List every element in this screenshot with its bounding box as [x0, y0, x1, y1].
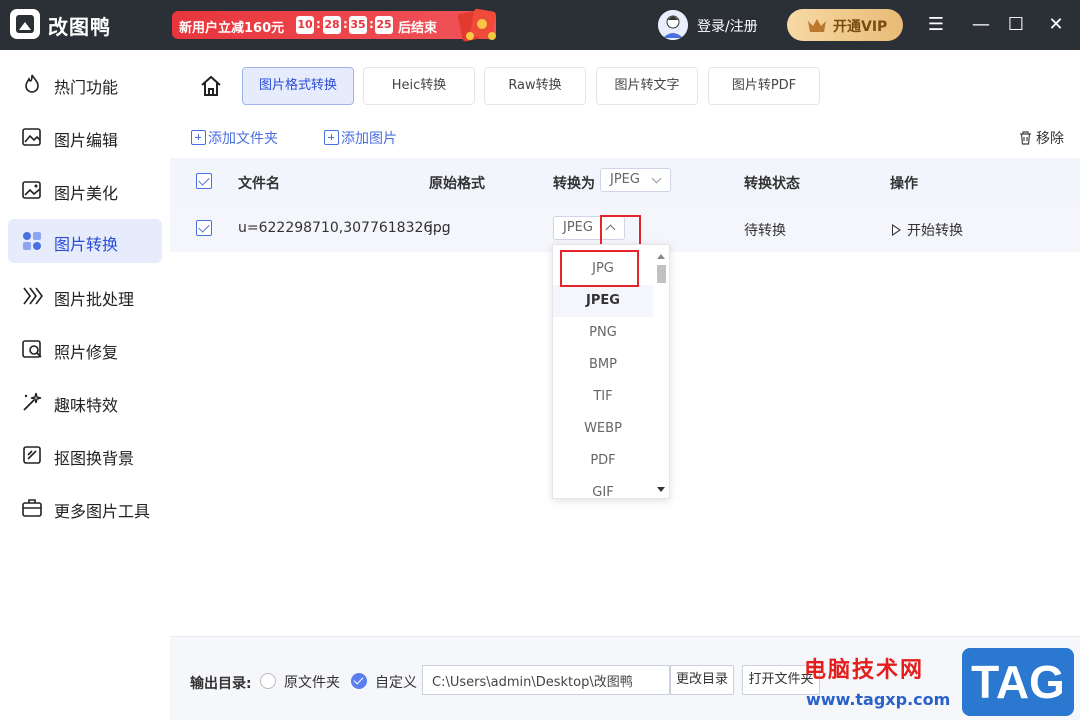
- minimize-button[interactable]: —: [970, 14, 992, 36]
- sidebar-item-label: 更多图片工具: [54, 502, 151, 521]
- row-filename: u=622298710,3077618326...: [238, 220, 446, 236]
- row-checkbox[interactable]: [196, 220, 212, 236]
- avatar[interactable]: [658, 10, 688, 40]
- tab-image-format-convert[interactable]: 图片格式转换: [242, 67, 354, 105]
- menu-icon[interactable]: ☰: [925, 14, 947, 36]
- scroll-down-icon[interactable]: [657, 487, 665, 492]
- radio-original-folder-label: 原文件夹: [284, 675, 340, 691]
- flame-icon: [25, 74, 39, 93]
- maximize-button[interactable]: ☐: [1005, 14, 1027, 36]
- sidebar-item-more-tools[interactable]: 更多图片工具: [8, 486, 162, 530]
- add-image-button[interactable]: 添加图片: [324, 128, 397, 150]
- sidebar-item-hot[interactable]: 热门功能: [8, 62, 162, 106]
- app-logo-icon: [10, 9, 40, 39]
- scroll-thumb[interactable]: [657, 265, 666, 283]
- sidebar-item-effects[interactable]: 趣味特效: [8, 380, 162, 424]
- batch-icon: [23, 287, 43, 305]
- open-vip-button[interactable]: 开通VIP: [787, 9, 903, 41]
- tab-raw-convert[interactable]: Raw转换: [484, 67, 586, 105]
- start-convert-button[interactable]: 开始转换: [892, 220, 963, 240]
- red-packet-icon[interactable]: [456, 6, 502, 44]
- sidebar-item-label: 图片美化: [54, 184, 119, 203]
- header-convert-to: 转换为: [553, 176, 595, 192]
- promo-banner[interactable]: 新用户立减160元 10 : 28 : 35 : 25 后结束: [172, 11, 496, 39]
- dropdown-scrollbar[interactable]: [653, 245, 669, 498]
- sidebar-item-repair[interactable]: 照片修复: [8, 327, 162, 371]
- crown-icon: [808, 19, 826, 32]
- dropdown-option-png[interactable]: PNG: [553, 317, 653, 349]
- countdown-seconds: 35: [349, 16, 367, 34]
- vip-label: 开通VIP: [833, 19, 888, 35]
- header-original-format: 原始格式: [429, 176, 485, 192]
- sidebar-item-label: 图片转换: [54, 235, 119, 254]
- magic-wand-icon: [23, 392, 42, 411]
- countdown-hours: 10: [296, 16, 314, 34]
- promo-text: 新用户立减160元: [179, 21, 285, 36]
- watermark-url: www.tagxp.com: [806, 690, 951, 709]
- sidebar-item-label: 热门功能: [54, 78, 119, 97]
- header-filename: 文件名: [238, 176, 280, 192]
- change-dir-button[interactable]: 更改目录: [670, 665, 734, 695]
- dropdown-option-bmp[interactable]: BMP: [553, 349, 653, 381]
- convert-icon: [23, 232, 41, 250]
- title-bar: 改图鸭 新用户立减160元 10 : 28 : 35 : 25 后结束 登录/注…: [0, 0, 1080, 50]
- watermark-tag-logo: TAG: [962, 648, 1074, 716]
- header-status: 转换状态: [744, 176, 800, 192]
- chevron-down-icon: [651, 173, 662, 184]
- watermark-text: 电脑技术网: [804, 658, 925, 683]
- batch-format-select[interactable]: JPEG: [600, 168, 671, 192]
- highlight-box-jpg: [560, 250, 639, 287]
- cutout-icon: [23, 446, 41, 464]
- home-icon[interactable]: [199, 74, 223, 98]
- login-register-link[interactable]: 登录/注册: [697, 16, 758, 36]
- countdown-centis: 25: [375, 16, 393, 34]
- add-folder-button[interactable]: 添加文件夹: [191, 128, 278, 150]
- tab-image-to-pdf[interactable]: 图片转PDF: [708, 67, 820, 105]
- promo-suffix: 后结束: [398, 21, 438, 36]
- sidebar-item-convert[interactable]: 图片转换: [8, 219, 162, 263]
- image-edit-icon: [22, 128, 41, 146]
- dropdown-option-gif[interactable]: GIF: [553, 477, 653, 498]
- sidebar-item-label: 图片编辑: [54, 131, 119, 150]
- row-status: 待转换: [744, 223, 786, 239]
- header-action: 操作: [890, 176, 918, 192]
- radio-custom-folder[interactable]: [351, 673, 367, 689]
- output-path-input[interactable]: [422, 665, 670, 695]
- app-name: 改图鸭: [48, 15, 111, 39]
- image-beauty-icon: [22, 181, 41, 199]
- sidebar: 热门功能 图片编辑 图片美化 图片转换 图片批处理 照片修复 趣味特效 抠图换背…: [0, 50, 170, 720]
- repair-icon: [22, 340, 42, 358]
- tab-image-to-text[interactable]: 图片转文字: [596, 67, 698, 105]
- dropdown-option-webp[interactable]: WEBP: [553, 413, 653, 445]
- row-original-format: jpg: [429, 220, 451, 236]
- toolbox-icon: [22, 499, 42, 517]
- scroll-up-icon[interactable]: [657, 254, 665, 259]
- dropdown-option-pdf[interactable]: PDF: [553, 445, 653, 477]
- add-folder-icon: [191, 130, 206, 145]
- play-icon: [892, 224, 901, 236]
- table-header: 文件名 原始格式 转换为 JPEG 转换状态 操作: [170, 158, 1080, 204]
- add-image-icon: [324, 130, 339, 145]
- sidebar-item-beauty[interactable]: 图片美化: [8, 168, 162, 212]
- sidebar-item-label: 图片批处理: [54, 290, 135, 309]
- radio-original-folder[interactable]: [260, 673, 276, 689]
- tab-heic-convert[interactable]: Heic转换: [363, 67, 475, 105]
- countdown-minutes: 28: [323, 16, 341, 34]
- output-dir-label: 输出目录:: [190, 676, 252, 692]
- radio-custom-folder-label: 自定义: [375, 675, 417, 691]
- dropdown-option-tif[interactable]: TIF: [553, 381, 653, 413]
- dropdown-option-jpeg[interactable]: JPEG: [553, 285, 653, 317]
- select-all-checkbox[interactable]: [196, 173, 212, 189]
- close-button[interactable]: ✕: [1045, 14, 1067, 36]
- sidebar-item-cutout[interactable]: 抠图换背景: [8, 433, 162, 477]
- sidebar-item-edit[interactable]: 图片编辑: [8, 115, 162, 159]
- sidebar-item-batch[interactable]: 图片批处理: [8, 274, 162, 318]
- remove-button[interactable]: 移除: [1019, 128, 1064, 148]
- sidebar-item-label: 趣味特效: [54, 396, 119, 415]
- sidebar-item-label: 抠图换背景: [54, 449, 135, 468]
- sidebar-item-label: 照片修复: [54, 343, 119, 362]
- trash-icon: [1019, 131, 1031, 145]
